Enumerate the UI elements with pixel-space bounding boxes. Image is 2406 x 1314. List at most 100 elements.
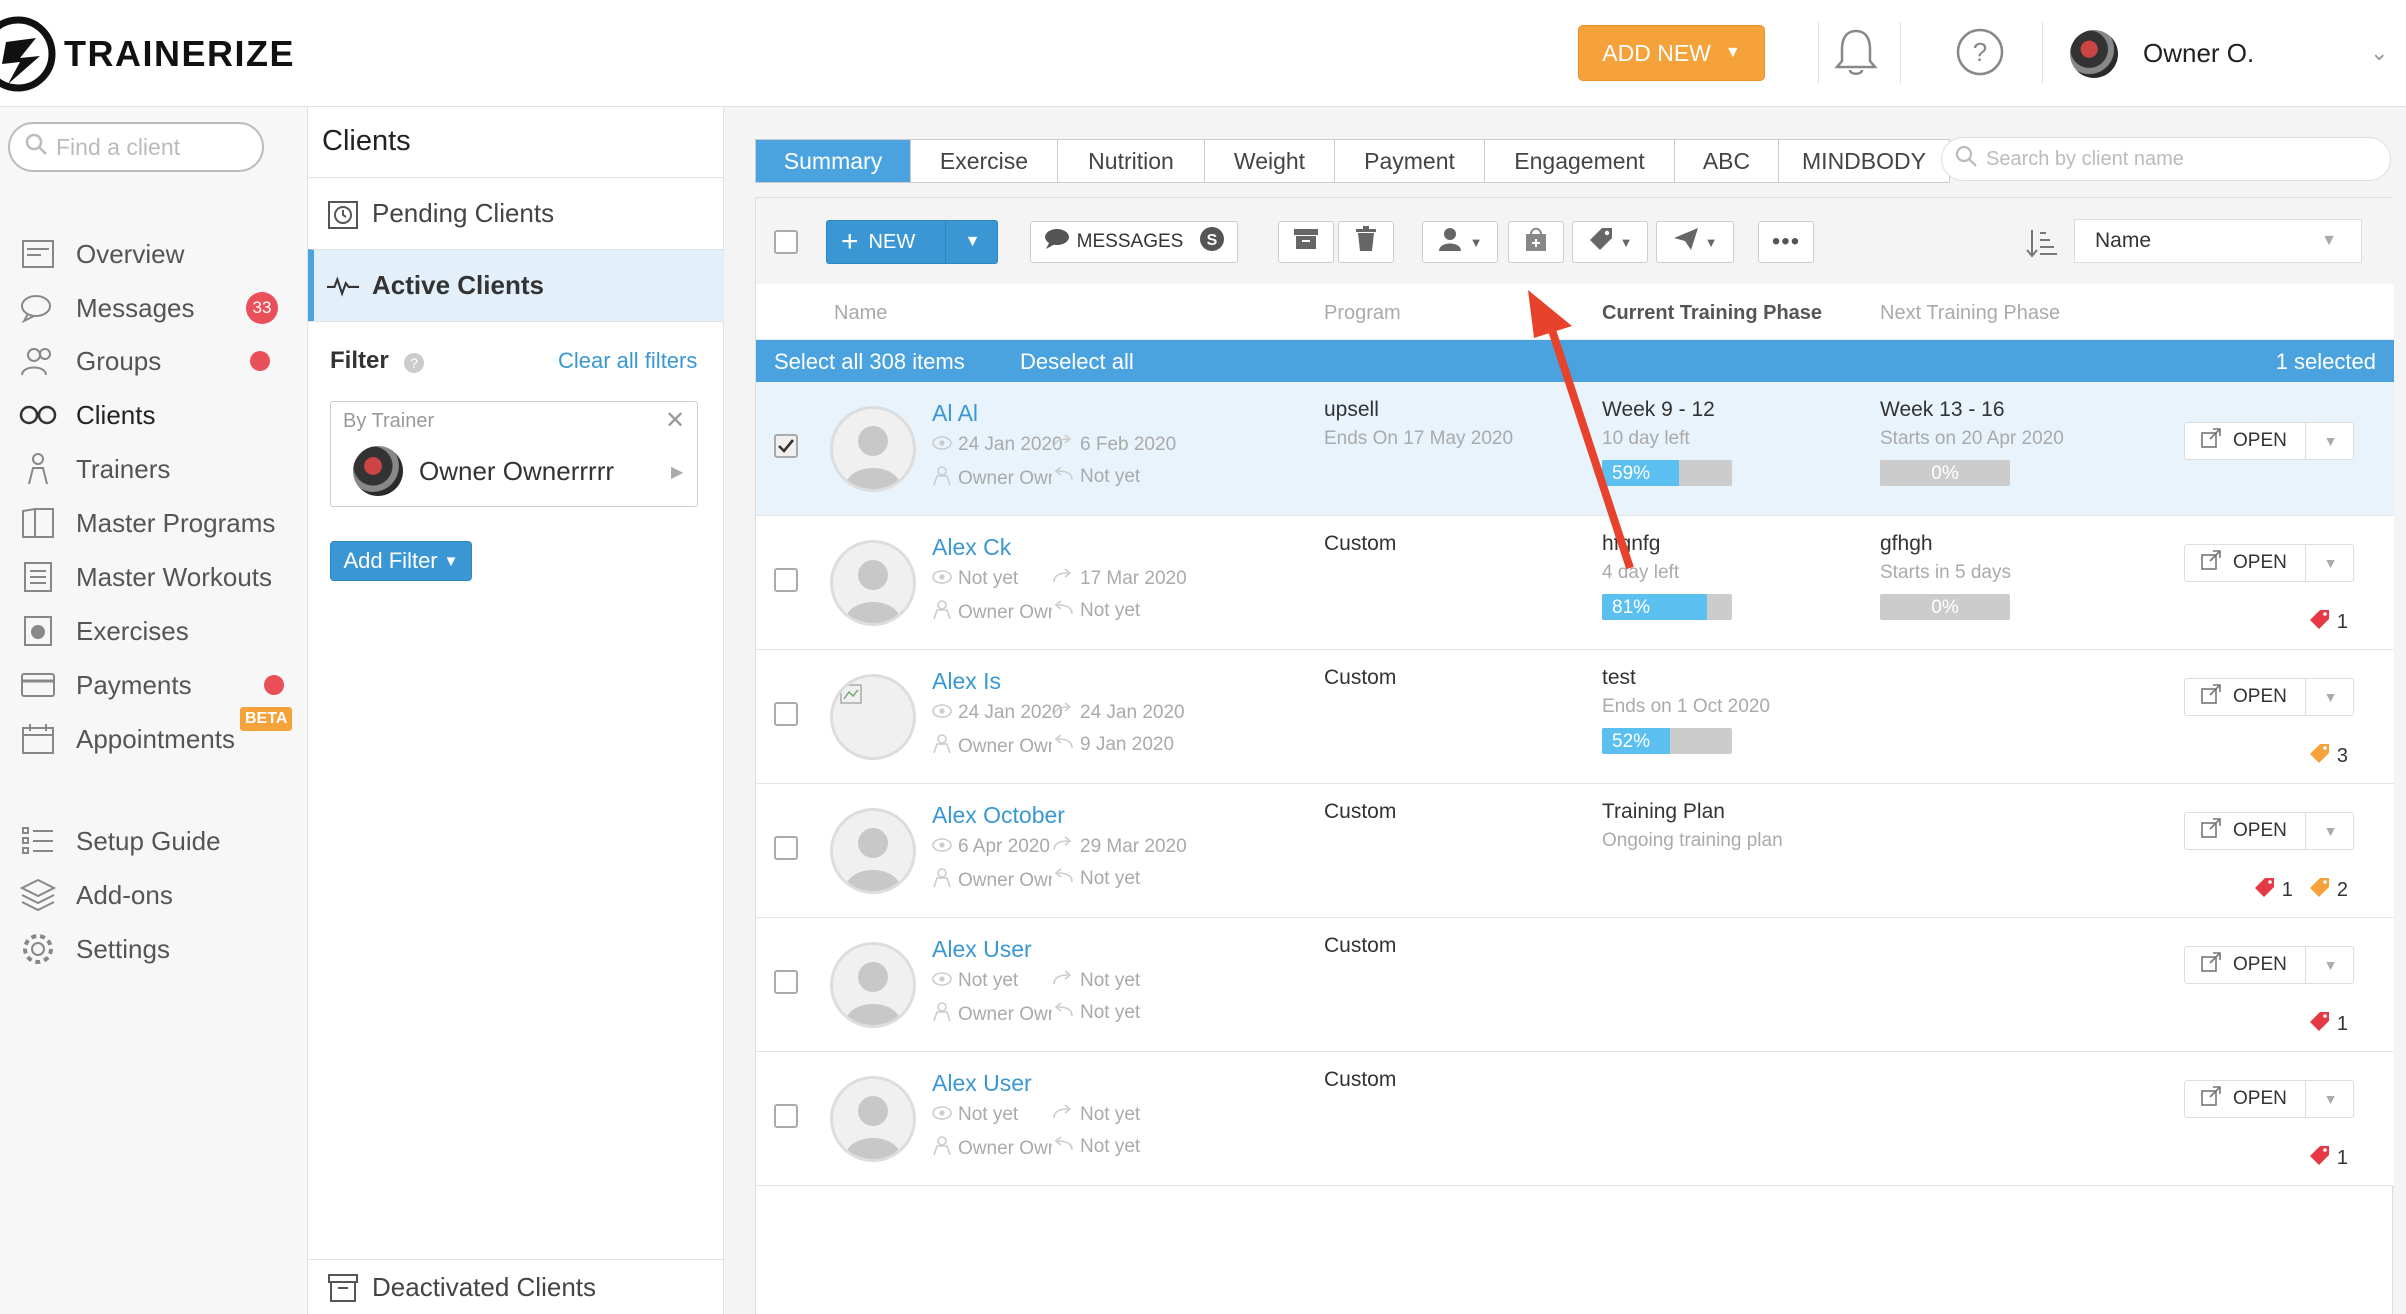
avatar[interactable] bbox=[830, 1076, 916, 1162]
caret-down-icon[interactable]: ▼ bbox=[2305, 813, 2355, 849]
caret-down-icon[interactable]: ▼ bbox=[2305, 545, 2355, 581]
client-search-input[interactable]: Search by client name bbox=[1941, 137, 2391, 181]
avatar[interactable] bbox=[830, 808, 916, 894]
row-checkbox[interactable] bbox=[774, 1104, 798, 1128]
pending-clients-item[interactable]: Pending Clients bbox=[308, 177, 724, 249]
table-row[interactable]: Alex Is 24 Jan 2020 24 Jan 2020 Owner Owne…… bbox=[756, 650, 2394, 784]
column-header-next-phase[interactable]: Next Training Phase bbox=[1880, 302, 2060, 325]
table-row[interactable]: Alex October 6 Apr 2020 29 Mar 2020 Owner O… bbox=[756, 784, 2394, 918]
caret-down-icon[interactable]: ▼ bbox=[2305, 423, 2355, 459]
send-button[interactable]: ▼ bbox=[1656, 221, 1734, 263]
deselect-all-link[interactable]: Deselect all bbox=[1020, 349, 1134, 375]
tag-icon[interactable] bbox=[2309, 608, 2331, 636]
next-phase-progress: 0% bbox=[1880, 594, 2010, 620]
caret-down-icon[interactable]: ▼ bbox=[2305, 947, 2355, 983]
open-client-button[interactable]: OPEN ▼ bbox=[2184, 812, 2354, 850]
assigned-trainer-value: Owner Owne… bbox=[958, 1138, 1052, 1159]
table-row[interactable]: Alex User Not yet Not yet Owner Owne… Not ye… bbox=[756, 918, 2394, 1052]
row-checkbox[interactable] bbox=[774, 568, 798, 592]
deactivated-clients-item[interactable]: Deactivated Clients bbox=[308, 1259, 724, 1314]
tag-icon bbox=[1588, 226, 1614, 258]
assign-trainer-button[interactable]: ▼ bbox=[1422, 221, 1498, 263]
close-icon[interactable]: ✕ bbox=[665, 406, 685, 435]
caret-down-icon[interactable]: ▼ bbox=[2305, 679, 2355, 715]
avatar[interactable] bbox=[830, 942, 916, 1028]
tag-icon[interactable] bbox=[2254, 876, 2276, 904]
tab-nutrition[interactable]: Nutrition bbox=[1058, 140, 1205, 182]
tab-abc[interactable]: ABC bbox=[1675, 140, 1779, 182]
sidebar-item-label: Exercises bbox=[76, 615, 189, 646]
client-name[interactable]: Alex User bbox=[932, 1070, 1032, 1097]
sort-order-icon[interactable] bbox=[2026, 228, 2058, 263]
avatar[interactable] bbox=[830, 406, 916, 492]
progress-label: 0% bbox=[1931, 463, 1959, 484]
client-name[interactable]: Alex Ck bbox=[932, 534, 1011, 561]
caret-down-icon[interactable]: ▼ bbox=[2305, 1081, 2355, 1117]
row-checkbox[interactable] bbox=[774, 970, 798, 994]
find-client-input[interactable]: Find a client bbox=[8, 122, 264, 172]
table-row[interactable]: Alex Ck Not yet 17 Mar 2020 Owner Owne… Not … bbox=[756, 516, 2394, 650]
assign-program-button[interactable] bbox=[1508, 221, 1564, 263]
open-client-button[interactable]: OPEN ▼ bbox=[2184, 946, 2354, 984]
active-clients-item[interactable]: Active Clients bbox=[308, 249, 724, 321]
open-client-button[interactable]: OPEN ▼ bbox=[2184, 678, 2354, 716]
row-checkbox[interactable] bbox=[774, 702, 798, 726]
help-icon[interactable]: ? bbox=[1950, 22, 2010, 82]
table-row[interactable]: Al Al 24 Jan 2020 6 Feb 2020 Owner Owne… Not… bbox=[756, 382, 2394, 516]
archive-button[interactable] bbox=[1278, 221, 1334, 263]
add-filter-label: Add Filter bbox=[343, 548, 438, 573]
tag-button[interactable]: ▼ bbox=[1572, 221, 1648, 263]
tab-weight[interactable]: Weight bbox=[1205, 140, 1335, 182]
last-activity-value: 6 Feb 2020 bbox=[1080, 434, 1177, 455]
open-client-button[interactable]: OPEN ▼ bbox=[2184, 1080, 2354, 1118]
sidebar-item-appointments[interactable]: Appointments BETA bbox=[0, 707, 308, 771]
row-checkbox[interactable] bbox=[774, 836, 798, 860]
row-checkbox[interactable] bbox=[774, 434, 798, 458]
open-client-button[interactable]: OPEN ▼ bbox=[2184, 422, 2354, 460]
table-row[interactable]: Alex User Not yet Not yet Owner Owne… Not ye… bbox=[756, 1052, 2394, 1186]
column-header-name[interactable]: Name bbox=[834, 302, 887, 325]
tag-icon[interactable] bbox=[2309, 876, 2331, 904]
trainer-filter-box[interactable]: By Trainer ✕ Owner Ownerrrrr ▶ bbox=[330, 401, 698, 507]
more-options-button[interactable]: ••• bbox=[1758, 221, 1814, 263]
trainerize-logo[interactable]: TRAINERIZE bbox=[0, 14, 295, 94]
current-phase-progress: 59% bbox=[1602, 460, 1732, 486]
clear-filters-link[interactable]: Clear all filters bbox=[558, 348, 697, 374]
caret-down-icon[interactable]: ▼ bbox=[945, 221, 999, 263]
client-name[interactable]: Alex User bbox=[932, 936, 1032, 963]
add-new-button[interactable]: ADD NEW ▼ bbox=[1578, 25, 1765, 81]
tab-summary[interactable]: Summary bbox=[756, 140, 911, 182]
tag-icon[interactable] bbox=[2309, 1010, 2331, 1038]
client-name[interactable]: Alex Is bbox=[932, 668, 1001, 695]
avatar[interactable] bbox=[830, 674, 916, 760]
notification-bell-icon[interactable] bbox=[1826, 22, 1886, 82]
trainer-icon bbox=[932, 1002, 952, 1028]
avatar[interactable] bbox=[830, 540, 916, 626]
client-name[interactable]: Al Al bbox=[932, 400, 978, 427]
delete-button[interactable] bbox=[1338, 221, 1394, 263]
messages-button[interactable]: MESSAGES S bbox=[1030, 221, 1238, 263]
tab-mindbody[interactable]: MINDBODY bbox=[1779, 140, 1949, 182]
filter-label: Filter bbox=[330, 347, 389, 374]
select-all-link[interactable]: Select all 308 items bbox=[774, 349, 965, 375]
messages-label: MESSAGES bbox=[1076, 231, 1184, 252]
select-all-checkbox[interactable] bbox=[774, 230, 798, 254]
chevron-down-icon[interactable]: ⌄ bbox=[2370, 40, 2388, 66]
add-filter-button[interactable]: Add Filter ▼ bbox=[330, 541, 472, 581]
open-client-button[interactable]: OPEN ▼ bbox=[2184, 544, 2354, 582]
new-client-button[interactable]: + NEW ▼ bbox=[826, 220, 998, 264]
column-header-current-phase[interactable]: Current Training Phase bbox=[1602, 302, 1822, 325]
tab-exercise[interactable]: Exercise bbox=[911, 140, 1058, 182]
column-header-program[interactable]: Program bbox=[1324, 302, 1401, 325]
tag-icon[interactable] bbox=[2309, 1144, 2331, 1172]
filter-help-icon[interactable]: ? bbox=[404, 353, 424, 373]
sidebar-item-settings[interactable]: Settings bbox=[0, 917, 308, 981]
tab-engagement[interactable]: Engagement bbox=[1485, 140, 1675, 182]
tab-payment[interactable]: Payment bbox=[1335, 140, 1485, 182]
client-name[interactable]: Alex October bbox=[932, 802, 1065, 829]
owner-avatar[interactable] bbox=[2070, 30, 2118, 78]
last-seen: Not yet bbox=[932, 568, 1018, 590]
tag-icon[interactable] bbox=[2309, 742, 2331, 770]
owner-name[interactable]: Owner O. bbox=[2143, 38, 2254, 69]
sort-select[interactable]: Name ▼ bbox=[2074, 219, 2362, 263]
